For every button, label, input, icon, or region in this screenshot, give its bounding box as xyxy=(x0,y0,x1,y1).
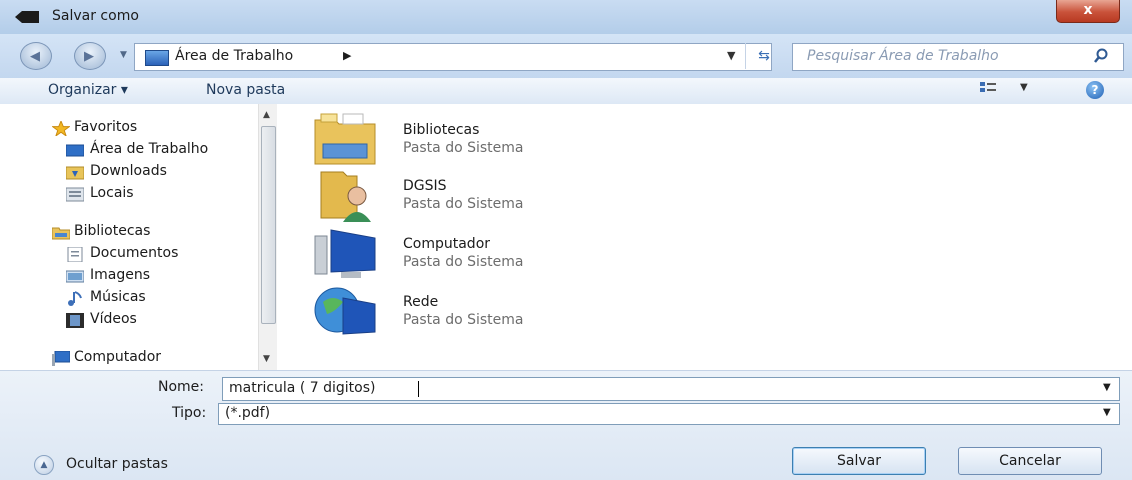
documents-icon xyxy=(67,247,83,262)
command-bar: Organizar ▾ Nova pasta ▼ ? xyxy=(0,78,1132,105)
sidebar-item-label: Downloads xyxy=(90,163,167,179)
address-dropdown-icon[interactable]: ▼ xyxy=(727,49,735,62)
chevron-up-icon: ▲ xyxy=(34,455,54,475)
list-item[interactable]: Rede Pasta do Sistema xyxy=(313,284,733,340)
sidebar-item-area-de-trabalho[interactable]: Área de Trabalho xyxy=(0,140,260,162)
hide-folders-label: Ocultar pastas xyxy=(66,456,168,472)
user-folder-icon xyxy=(320,171,371,222)
save-form: Nome: matricula ( 7 digitos) ▼ Tipo: (*.… xyxy=(0,370,1132,480)
text-caret xyxy=(418,381,419,397)
file-type-value: (*.pdf) xyxy=(225,405,271,421)
sidebar-item-label: Computador xyxy=(74,349,162,365)
item-type: Pasta do Sistema xyxy=(403,196,524,212)
address-location[interactable]: Área de Trabalho xyxy=(175,48,293,64)
save-button[interactable]: Salvar xyxy=(792,447,926,475)
sidebar-item-label: Área de Trabalho xyxy=(90,141,209,157)
item-type: Pasta do Sistema xyxy=(403,312,524,328)
window-title: Salvar como xyxy=(52,8,139,24)
refresh-icon: ⇆ xyxy=(758,48,770,64)
sidebar-item-label: Imagens xyxy=(90,267,151,283)
sidebar-item-computador[interactable]: Computador xyxy=(0,348,260,370)
address-row: ◀ ▶ ▼ Área de Trabalho ▶ ▼ ⇆ Pesquisar Á… xyxy=(0,34,1132,78)
scroll-up-arrow-icon[interactable]: ▲ xyxy=(263,110,270,120)
disk-icon xyxy=(15,11,39,23)
sidebar-item-label: Locais xyxy=(90,185,134,201)
search-input[interactable]: Pesquisar Área de Trabalho xyxy=(792,43,1124,71)
item-type: Pasta do Sistema xyxy=(403,140,524,156)
list-item[interactable]: DGSIS Pasta do Sistema xyxy=(313,168,733,224)
downloads-icon xyxy=(66,166,84,180)
organize-label: Organizar xyxy=(48,82,117,98)
sidebar-item-musicas[interactable]: Músicas xyxy=(0,288,260,310)
desktop-icon xyxy=(66,144,84,157)
back-button[interactable]: ◀ xyxy=(20,42,52,70)
sidebar-item-label: Músicas xyxy=(90,289,146,305)
forward-button[interactable]: ▶ xyxy=(74,42,106,70)
sidebar-item-documentos[interactable]: Documentos xyxy=(0,244,260,266)
history-dropdown-icon[interactable]: ▼ xyxy=(120,50,127,60)
navigation-scrollbar[interactable]: ▲ ▼ xyxy=(258,104,277,370)
sidebar-item-imagens[interactable]: Imagens xyxy=(0,266,260,288)
sidebar-item-videos[interactable]: Vídeos xyxy=(0,310,260,332)
help-icon[interactable]: ? xyxy=(1086,81,1104,99)
pictures-icon xyxy=(66,270,84,283)
chevron-right-icon[interactable]: ▶ xyxy=(343,49,351,62)
view-options-icon[interactable] xyxy=(980,82,996,96)
list-item[interactable]: Computador Pasta do Sistema xyxy=(313,226,733,282)
file-name-input[interactable]: matricula ( 7 digitos) ▼ xyxy=(222,377,1120,401)
videos-icon xyxy=(66,313,84,328)
computer-icon xyxy=(52,351,70,366)
sidebar-item-label: Vídeos xyxy=(90,311,137,327)
sidebar-item-label: Favoritos xyxy=(74,119,138,135)
file-name-value[interactable]: matricula ( 7 digitos) xyxy=(229,380,375,396)
sidebar-item-locais[interactable]: Locais xyxy=(0,184,260,206)
star-icon xyxy=(52,121,70,136)
title-bar: Salvar como x xyxy=(0,0,1132,35)
new-folder-button[interactable]: Nova pasta xyxy=(206,82,285,98)
item-name: Rede xyxy=(403,294,439,310)
cancel-button[interactable]: Cancelar xyxy=(958,447,1102,475)
computer-icon xyxy=(314,229,376,278)
search-placeholder: Pesquisar Área de Trabalho xyxy=(807,48,999,64)
item-type: Pasta do Sistema xyxy=(403,254,524,270)
search-icon[interactable] xyxy=(1093,48,1109,64)
close-button[interactable]: x xyxy=(1056,0,1120,23)
sidebar-item-label: Documentos xyxy=(90,245,179,261)
desktop-icon xyxy=(145,50,169,66)
file-type-dropdown-icon[interactable]: ▼ xyxy=(1103,407,1111,418)
sidebar-item-bibliotecas[interactable]: Bibliotecas xyxy=(0,222,260,244)
item-name: DGSIS xyxy=(403,178,447,194)
file-list: Bibliotecas Pasta do Sistema DGSIS Pasta… xyxy=(277,104,1132,370)
back-arrow-icon: ◀ xyxy=(30,49,40,64)
list-item[interactable]: Bibliotecas Pasta do Sistema xyxy=(313,112,733,168)
sidebar-item-favoritos[interactable]: Favoritos xyxy=(0,118,260,140)
navigation-pane: Favoritos Área de Trabalho Downloads Loc… xyxy=(0,104,260,370)
libraries-icon xyxy=(52,227,70,240)
item-name: Computador xyxy=(403,236,491,252)
file-name-dropdown-icon[interactable]: ▼ xyxy=(1103,382,1111,393)
file-type-select[interactable]: (*.pdf) ▼ xyxy=(218,403,1120,425)
refresh-button[interactable]: ⇆ xyxy=(745,43,782,69)
scroll-down-arrow-icon[interactable]: ▼ xyxy=(263,354,270,364)
address-bar[interactable]: Área de Trabalho ▶ ▼ xyxy=(134,43,772,71)
forward-arrow-icon: ▶ xyxy=(84,49,94,64)
libraries-folder-icon xyxy=(314,113,376,165)
sidebar-item-label: Bibliotecas xyxy=(74,223,151,239)
scroll-thumb[interactable] xyxy=(261,126,276,324)
item-name: Bibliotecas xyxy=(403,122,480,138)
view-dropdown-icon[interactable]: ▼ xyxy=(1020,82,1028,93)
name-label: Nome: xyxy=(158,379,205,395)
type-label: Tipo: xyxy=(172,405,207,421)
network-icon xyxy=(314,287,376,335)
sidebar-item-downloads[interactable]: Downloads xyxy=(0,162,260,184)
organize-menu[interactable]: Organizar ▾ xyxy=(48,82,128,98)
save-as-dialog: Salvar como x ◀ ▶ ▼ Área de Trabalho ▶ ▼… xyxy=(0,0,1132,480)
music-icon xyxy=(68,291,82,306)
recent-places-icon xyxy=(66,187,84,202)
